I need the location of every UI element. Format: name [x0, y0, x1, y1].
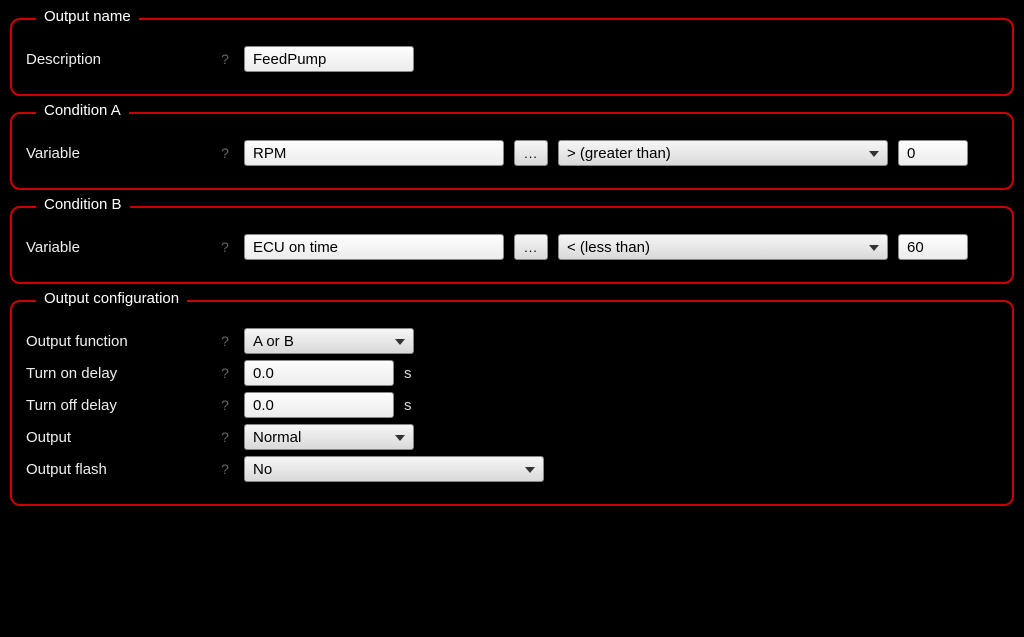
- legend-condition-b: Condition B: [36, 196, 130, 213]
- label-turn-off-delay: Turn off delay: [26, 397, 206, 414]
- variable-a-browse-button[interactable]: ...: [514, 140, 548, 166]
- operator-b-select[interactable]: < (less than): [558, 234, 888, 260]
- row-condition-b: Variable ? ... < (less than): [26, 234, 998, 260]
- output-function-select[interactable]: A or B: [244, 328, 414, 354]
- turn-off-delay-input[interactable]: [244, 392, 394, 418]
- help-icon[interactable]: ?: [216, 51, 234, 67]
- operator-a-value: > (greater than): [567, 145, 671, 162]
- row-turn-off-delay: Turn off delay ? s: [26, 392, 998, 418]
- help-icon[interactable]: ?: [216, 333, 234, 349]
- output-value: Normal: [253, 429, 301, 446]
- threshold-b-input[interactable]: [898, 234, 968, 260]
- label-output-function: Output function: [26, 333, 206, 350]
- label-output: Output: [26, 429, 206, 446]
- legend-condition-a: Condition A: [36, 102, 129, 119]
- help-icon[interactable]: ?: [216, 397, 234, 413]
- group-condition-b: Condition B Variable ? ... < (less than): [10, 206, 1014, 284]
- group-condition-a: Condition A Variable ? ... > (greater th…: [10, 112, 1014, 190]
- variable-b-input[interactable]: [244, 234, 504, 260]
- label-variable-a: Variable: [26, 145, 206, 162]
- output-flash-value: No: [253, 461, 272, 478]
- row-description: Description ?: [26, 46, 998, 72]
- help-icon[interactable]: ?: [216, 239, 234, 255]
- turn-on-delay-input[interactable]: [244, 360, 394, 386]
- description-input[interactable]: [244, 46, 414, 72]
- row-condition-a: Variable ? ... > (greater than): [26, 140, 998, 166]
- legend-output-config: Output configuration: [36, 290, 187, 307]
- label-turn-on-delay: Turn on delay: [26, 365, 206, 382]
- output-select[interactable]: Normal: [244, 424, 414, 450]
- row-turn-on-delay: Turn on delay ? s: [26, 360, 998, 386]
- row-output: Output ? Normal: [26, 424, 998, 450]
- row-output-flash: Output flash ? No: [26, 456, 998, 482]
- variable-b-browse-button[interactable]: ...: [514, 234, 548, 260]
- group-output-name: Output name Description ?: [10, 18, 1014, 96]
- threshold-a-input[interactable]: [898, 140, 968, 166]
- help-icon[interactable]: ?: [216, 365, 234, 381]
- operator-b-value: < (less than): [567, 239, 650, 256]
- label-output-flash: Output flash: [26, 461, 206, 478]
- label-description: Description: [26, 51, 206, 68]
- output-flash-select[interactable]: No: [244, 456, 544, 482]
- unit-seconds: s: [404, 397, 412, 414]
- legend-output-name: Output name: [36, 8, 139, 25]
- help-icon[interactable]: ?: [216, 429, 234, 445]
- operator-a-select[interactable]: > (greater than): [558, 140, 888, 166]
- unit-seconds: s: [404, 365, 412, 382]
- output-function-value: A or B: [253, 333, 294, 350]
- help-icon[interactable]: ?: [216, 145, 234, 161]
- label-variable-b: Variable: [26, 239, 206, 256]
- group-output-config: Output configuration Output function ? A…: [10, 300, 1014, 506]
- help-icon[interactable]: ?: [216, 461, 234, 477]
- row-output-function: Output function ? A or B: [26, 328, 998, 354]
- variable-a-input[interactable]: [244, 140, 504, 166]
